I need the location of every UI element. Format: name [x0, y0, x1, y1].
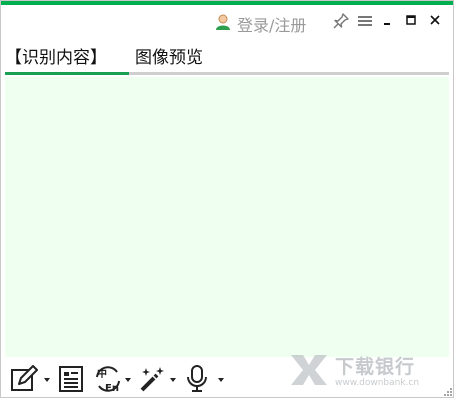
- document-icon[interactable]: [56, 364, 86, 394]
- tab-image-preview[interactable]: 图像预览: [135, 43, 203, 69]
- microphone-icon[interactable]: [182, 364, 212, 394]
- edit-dropdown-caret[interactable]: [43, 377, 51, 383]
- svg-text:En: En: [105, 383, 119, 394]
- tab-bar: 【识别内容】 图像预览: [5, 37, 449, 75]
- title-bar: 登录/注册: [1, 5, 453, 36]
- watermark-url: www.downbank.cn: [335, 378, 420, 388]
- user-icon[interactable]: [214, 13, 232, 31]
- active-tab-indicator: [5, 72, 129, 75]
- svg-text:中: 中: [97, 367, 107, 380]
- magic-wand-icon[interactable]: [137, 364, 167, 394]
- resize-grip-icon[interactable]: [443, 387, 453, 397]
- recognition-text-area[interactable]: [5, 77, 449, 357]
- mic-dropdown-caret[interactable]: [217, 377, 225, 383]
- pin-icon[interactable]: [332, 12, 350, 30]
- minimize-icon[interactable]: [378, 12, 396, 30]
- tab-recognized-content[interactable]: 【识别内容】: [5, 43, 107, 69]
- close-icon[interactable]: [426, 12, 444, 30]
- menu-icon[interactable]: [356, 12, 374, 30]
- watermark: 下载银行 www.downbank.cn: [289, 351, 435, 391]
- login-register-link[interactable]: 登录/注册: [237, 12, 306, 36]
- maximize-icon[interactable]: [402, 12, 420, 30]
- translate-icon[interactable]: 中 En: [93, 364, 123, 394]
- translate-dropdown-caret[interactable]: [124, 377, 132, 383]
- edit-icon[interactable]: [9, 364, 39, 394]
- wand-dropdown-caret[interactable]: [169, 377, 177, 383]
- watermark-name: 下载银行: [335, 356, 416, 378]
- watermark-logo-icon: [291, 355, 327, 385]
- app-window: 登录/注册 【识别内容】 图像预览 中 En 下载银行 www.downbank…: [0, 0, 454, 398]
